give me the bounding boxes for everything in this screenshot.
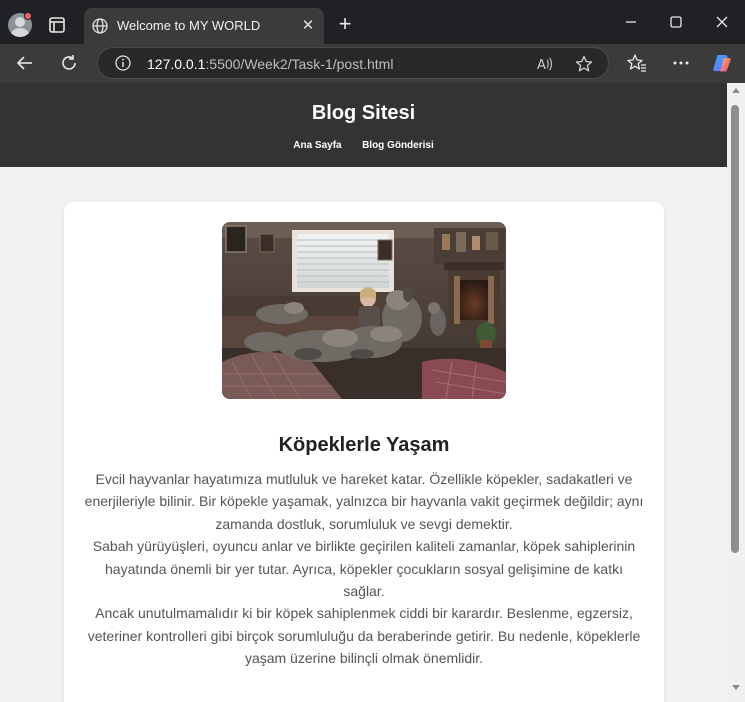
url-path: :5500/Week2/Task-1/post.html — [205, 56, 394, 72]
url-host: 127.0.0.1 — [147, 56, 206, 72]
address-bar[interactable]: 127.0.0.1:5500/Week2/Task-1/post.html A — [97, 47, 609, 79]
tab-actions-icon[interactable] — [46, 14, 68, 36]
browser-chrome: Welcome to MY WORLD ✕ + 127.0.0.1:5500/W… — [0, 0, 745, 83]
post-paragraph: Evcil hayvanlar hayatımıza mutluluk ve h… — [84, 471, 644, 532]
post-title: Köpeklerle Yaşam — [278, 434, 450, 456]
favorites-icon[interactable] — [626, 52, 648, 74]
more-icon[interactable] — [670, 52, 692, 74]
close-icon[interactable]: ✕ — [299, 17, 317, 35]
tab-bar: Welcome to MY WORLD ✕ + — [0, 0, 745, 44]
browser-tab-active[interactable]: Welcome to MY WORLD ✕ — [84, 8, 324, 44]
scroll-up-arrow-icon[interactable] — [732, 88, 740, 93]
scroll-thumb[interactable] — [731, 105, 739, 553]
post-paragraph: Ancak unutulmamalıdır ki bir köpek sahip… — [87, 605, 641, 667]
minimize-icon[interactable] — [621, 12, 641, 32]
browser-toolbar: 127.0.0.1:5500/Week2/Task-1/post.html A — [0, 44, 745, 83]
post-card: Köpeklerle Yaşam Evcil hayvanlar hayatım… — [64, 202, 664, 702]
site-nav: Ana Sayfa Blog Gönderisi — [0, 135, 727, 153]
url-text: 127.0.0.1:5500/Week2/Task-1/post.html — [147, 56, 393, 72]
post-image — [222, 222, 506, 399]
post-paragraph: Sabah yürüyüşleri, oyuncu anlar ve birli… — [92, 538, 636, 600]
window-close-icon[interactable] — [712, 12, 732, 32]
info-icon[interactable] — [115, 55, 131, 71]
site-title: Blog Sitesi — [311, 102, 416, 124]
profile-notification-dot — [24, 12, 32, 20]
nav-link-blog-post[interactable]: Blog Gönderisi — [362, 140, 434, 151]
reload-icon[interactable] — [58, 52, 80, 74]
site-header: Blog Sitesi Ana Sayfa Blog Gönderisi — [0, 83, 727, 167]
back-icon[interactable] — [14, 52, 36, 74]
page-viewport: Blog Sitesi Ana Sayfa Blog Gönderisi Köp… — [0, 83, 727, 702]
nav-link-home[interactable]: Ana Sayfa — [293, 140, 341, 151]
read-aloud-icon[interactable]: A — [534, 54, 554, 74]
new-tab-icon[interactable]: + — [334, 13, 356, 35]
scroll-down-arrow-icon[interactable] — [732, 685, 740, 690]
favorite-star-icon[interactable] — [574, 54, 594, 74]
post-body: Evcil hayvanlar hayatımıza mutluluk ve h… — [84, 468, 644, 670]
tab-title: Welcome to MY WORLD — [117, 18, 261, 33]
globe-icon — [91, 17, 109, 35]
svg-text:A: A — [537, 58, 546, 73]
page-scrollbar[interactable] — [727, 83, 745, 702]
copilot-icon[interactable] — [711, 52, 733, 74]
maximize-icon[interactable] — [666, 12, 686, 32]
